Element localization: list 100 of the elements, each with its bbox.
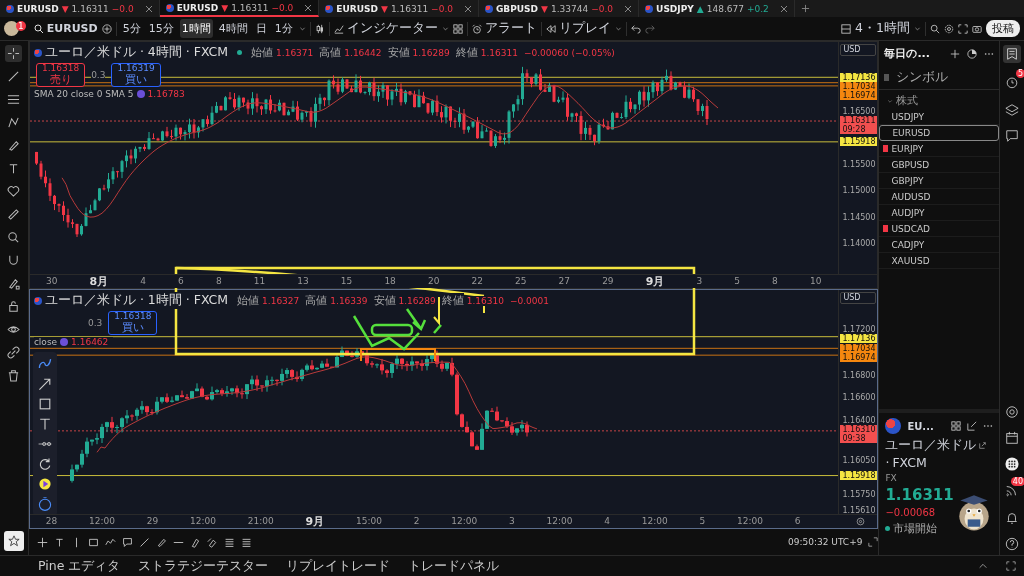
timer-icon[interactable] xyxy=(36,496,53,512)
watchlist-row[interactable]: USDCAD xyxy=(879,221,1000,237)
help-icon[interactable] xyxy=(1005,537,1019,551)
alert-button[interactable]: アラート xyxy=(471,20,537,37)
path-icon[interactable] xyxy=(104,536,116,548)
bell-icon[interactable] xyxy=(1005,511,1019,525)
close-icon[interactable] xyxy=(304,3,313,12)
interval-button[interactable]: 1分 xyxy=(272,19,295,38)
caret-icon[interactable] xyxy=(914,25,921,32)
settings-icon[interactable] xyxy=(856,517,866,526)
highlighter-icon[interactable] xyxy=(189,536,201,548)
layout-icon[interactable] xyxy=(841,23,852,34)
close-icon[interactable] xyxy=(624,4,633,13)
target-icon[interactable] xyxy=(1005,405,1019,419)
undo-icon[interactable] xyxy=(630,23,641,34)
candles-icon[interactable] xyxy=(314,23,325,34)
chart-tab[interactable]: EURUSD ▼ 1.16311 −0.0 xyxy=(0,0,160,17)
interval-button[interactable]: 5分 xyxy=(120,19,143,38)
publish-button[interactable]: 投稿 xyxy=(986,20,1020,37)
zoom-icon[interactable] xyxy=(930,23,940,34)
crosshair-icon[interactable] xyxy=(36,536,48,548)
edit-icon[interactable] xyxy=(967,421,978,431)
buy-button[interactable]: 1.16319 買い xyxy=(111,63,161,87)
interval-button[interactable]: 15分 xyxy=(146,19,176,38)
external-link-icon[interactable] xyxy=(979,442,987,449)
watchlist-row[interactable]: CADJPY xyxy=(879,237,1000,253)
panel-tab[interactable]: ストラテジーテスター xyxy=(138,557,269,575)
link-icon[interactable] xyxy=(5,344,23,361)
add-compare-icon[interactable] xyxy=(101,23,112,34)
calendar-icon[interactable] xyxy=(1005,431,1019,445)
watchlist-icon[interactable] xyxy=(1003,45,1021,63)
indicator-settings-icon[interactable] xyxy=(60,338,69,346)
favorites-button[interactable] xyxy=(3,531,24,551)
expand-icon[interactable] xyxy=(868,537,879,547)
chart-tab[interactable]: USDJPY ▲ 148.677 +0.2 xyxy=(639,0,795,17)
maximize-icon[interactable] xyxy=(1006,561,1016,571)
close-icon[interactable] xyxy=(144,4,153,13)
brush-icon[interactable] xyxy=(155,536,167,548)
fib-tool-icon[interactable] xyxy=(223,536,235,548)
indicators-button[interactable]: インジケーター xyxy=(333,20,438,37)
eraser-icon[interactable] xyxy=(206,536,218,548)
live-dot-icon xyxy=(237,50,243,55)
instrument-name: ユーロ／米ドル xyxy=(885,437,977,454)
text-tool-icon[interactable] xyxy=(53,536,65,548)
interval-button[interactable]: 4時間 xyxy=(216,19,250,38)
caret-icon[interactable] xyxy=(614,25,622,32)
callout-icon[interactable] xyxy=(121,536,133,548)
chart-tab[interactable]: EURUSD ▼ 1.16311 −0.0 xyxy=(319,0,479,17)
currency-dropdown[interactable]: USD xyxy=(840,292,877,304)
symbol-search[interactable]: EURUSD xyxy=(33,22,98,35)
sell-button[interactable]: 1.16318 売り xyxy=(35,63,86,87)
camera-icon[interactable] xyxy=(972,23,982,34)
pie-chart-icon[interactable] xyxy=(967,48,978,59)
grid-icon[interactable] xyxy=(951,421,962,431)
chart-tab[interactable]: GBPUSD ▼ 1.33744 −0.0 xyxy=(478,0,640,17)
currency-dropdown[interactable]: USD xyxy=(840,44,877,56)
watchlist-row[interactable]: EURJPY xyxy=(879,141,1000,157)
watchlist-row[interactable]: AUDJPY xyxy=(879,205,1000,221)
chat-icon[interactable] xyxy=(1005,129,1019,143)
play-icon[interactable] xyxy=(36,476,53,492)
watchlist-dropdown[interactable]: 毎日の... xyxy=(884,46,944,61)
watchlist-row[interactable]: GBPJPY xyxy=(879,173,1000,189)
watchlist-row[interactable]: USDJPY xyxy=(879,109,1000,125)
layout-button[interactable]: 4・1時間 xyxy=(855,20,910,37)
line-tool-icon[interactable] xyxy=(138,536,150,548)
watchlist-row[interactable]: XAUUSD xyxy=(879,253,1000,269)
fullscreen-icon[interactable] xyxy=(958,23,968,34)
watchlist-row[interactable]: EURUSD xyxy=(879,125,1000,141)
watchlist-row[interactable]: GBPUSD xyxy=(879,157,1000,173)
interval-button[interactable]: 1時間 xyxy=(179,19,213,38)
caret-icon[interactable] xyxy=(441,25,449,32)
add-tab-icon[interactable] xyxy=(800,4,810,13)
feed-icon[interactable] xyxy=(1005,483,1019,497)
layers-icon[interactable] xyxy=(1005,103,1019,117)
time-label: 13 xyxy=(297,275,309,288)
chart-tab[interactable]: EURUSD ▼ 1.16311 −0.0 xyxy=(159,0,320,17)
close-icon[interactable] xyxy=(463,4,472,13)
buy-button[interactable]: 1.16318 買い xyxy=(108,311,158,335)
close-icon[interactable] xyxy=(779,4,788,13)
chevron-up-icon[interactable] xyxy=(978,561,988,571)
watchlist-row[interactable]: AUDUSD xyxy=(879,189,1000,205)
arrow-icon[interactable] xyxy=(36,376,53,392)
panel-tab[interactable]: Pine エディタ xyxy=(38,557,121,575)
interval-button[interactable]: 日 xyxy=(253,19,269,38)
grid-icon[interactable] xyxy=(452,23,463,34)
add-icon[interactable] xyxy=(950,48,961,59)
lines-icon[interactable] xyxy=(240,536,252,548)
panel-tab[interactable]: トレードパネル xyxy=(408,557,500,575)
section-header[interactable]: 株式 xyxy=(879,90,1000,109)
apps-icon[interactable] xyxy=(1005,457,1019,471)
rectangle-icon[interactable] xyxy=(87,536,99,548)
avatar-icon[interactable] xyxy=(4,21,19,36)
caret-icon[interactable] xyxy=(298,25,306,32)
crosshair-icon[interactable] xyxy=(5,45,23,62)
time-label: 5 xyxy=(699,515,706,528)
settings-icon[interactable] xyxy=(944,23,954,34)
indicator-settings-icon[interactable] xyxy=(136,90,145,98)
replay-button[interactable]: リプレイ xyxy=(545,20,611,37)
panel-tab[interactable]: リプレイトレード xyxy=(286,557,391,575)
alarm-clock-icon[interactable] xyxy=(1005,75,1019,89)
